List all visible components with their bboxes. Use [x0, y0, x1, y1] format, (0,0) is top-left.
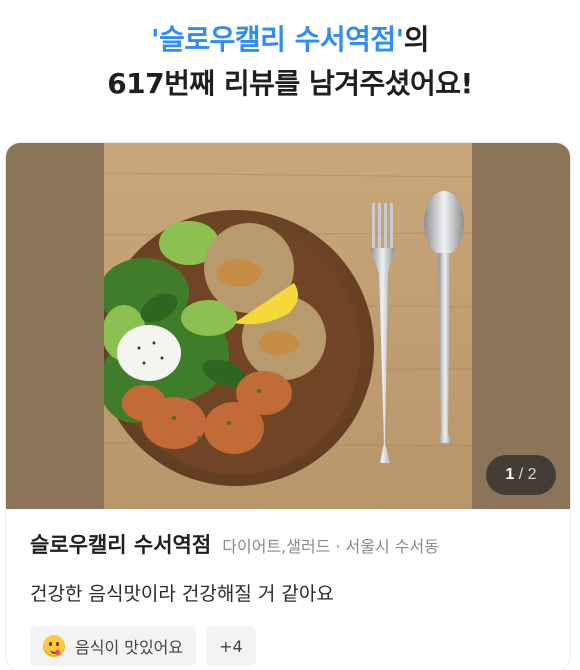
tag-more-label: +4 [219, 636, 243, 656]
food-photo[interactable] [104, 143, 472, 509]
photo-index-separator: / [518, 466, 524, 483]
store-name[interactable]: 슬로우캘리 수서역점 [30, 533, 211, 557]
yummy-face-emoji-icon [43, 635, 65, 657]
store-title-row: 슬로우캘리 수서역점 다이어트,샐러드 · 서울시 수서동 [30, 529, 560, 559]
review-info: 슬로우캘리 수서역점 다이어트,샐러드 · 서울시 수서동 건강한 음식맛이라 건강… [30, 529, 560, 666]
store-name-highlight: '슬로우캘리 수서역점' [151, 23, 404, 56]
food-photo-illustration [104, 143, 472, 509]
review-card[interactable]: 1 / 2 슬로우캘리 수서역점 다이어트,샐러드 · 서울시 수서동 건강한 음식… [6, 143, 570, 670]
review-count-headline: '슬로우캘리 수서역점'의 617번째 리뷰를 남겨주셨어요! [0, 18, 580, 106]
tag-more-count[interactable]: +4 [206, 626, 256, 666]
review-text: 건강한 음식맛이라 건강해질 거 같아요 [30, 583, 334, 605]
photo-carousel[interactable]: 1 / 2 [6, 143, 570, 509]
tag-food-tasty[interactable]: 음식이 맛있어요 [30, 626, 197, 666]
review-tags: 음식이 맛있어요 +4 [30, 626, 560, 666]
headline-line-1: '슬로우캘리 수서역점'의 [0, 18, 580, 62]
photo-total-count: 2 [527, 466, 537, 483]
store-location: 서울시 수서동 [345, 537, 439, 556]
photo-page-indicator: 1 / 2 [486, 455, 556, 495]
store-category: 다이어트,샐러드 [222, 537, 331, 556]
headline-line-2: 617번째 리뷰를 남겨주셨어요! [107, 67, 473, 100]
meta-separator: · [335, 537, 341, 556]
headline-suffix: 의 [403, 23, 430, 56]
store-meta: 다이어트,샐러드 · 서울시 수서동 [222, 537, 439, 556]
tag-label: 음식이 맛있어요 [75, 638, 184, 657]
photo-current-index: 1 [505, 466, 515, 483]
